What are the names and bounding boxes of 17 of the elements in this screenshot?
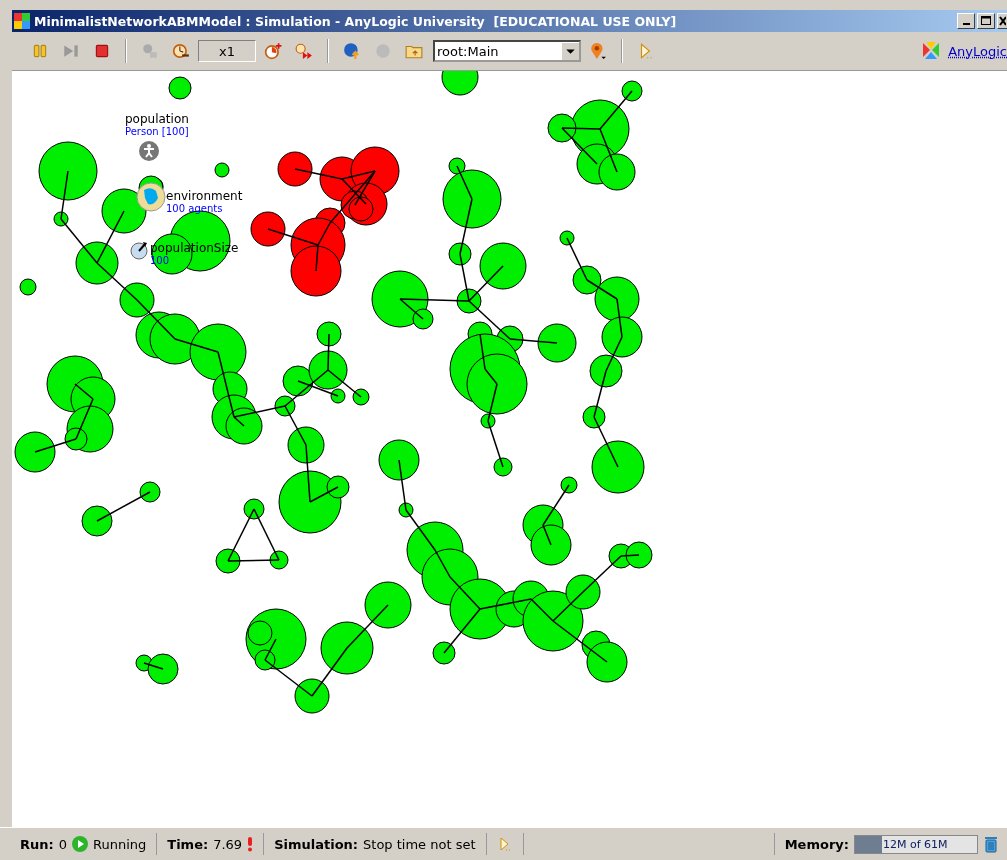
view-dropdown[interactable]: root:Main (433, 40, 581, 62)
object-name: population (125, 113, 189, 126)
run-label: Run: (20, 836, 54, 852)
window-title: MinimalistNetworkABMModel : Simulation - AnyLogic University [EDUCATIONAL USE ONLY] (34, 13, 677, 29)
object-detail: 100 agents (166, 203, 224, 214)
time-value: 7.69 (213, 836, 243, 852)
brand-link[interactable]: AnyLogic (948, 43, 1007, 59)
memory-label: Memory: (784, 836, 849, 852)
time-label: Time: (167, 836, 209, 852)
memory-reading: 12M of 61M (882, 837, 948, 851)
speed-field: x1 (198, 40, 256, 62)
simulation-label: Simulation: (274, 836, 359, 852)
run-state: Running (93, 836, 147, 852)
object-detail: Person [100] (125, 126, 189, 137)
simulation-status: Stop time not set (363, 836, 476, 852)
run-number: 0 (58, 836, 67, 852)
object-name: environment (166, 190, 243, 203)
